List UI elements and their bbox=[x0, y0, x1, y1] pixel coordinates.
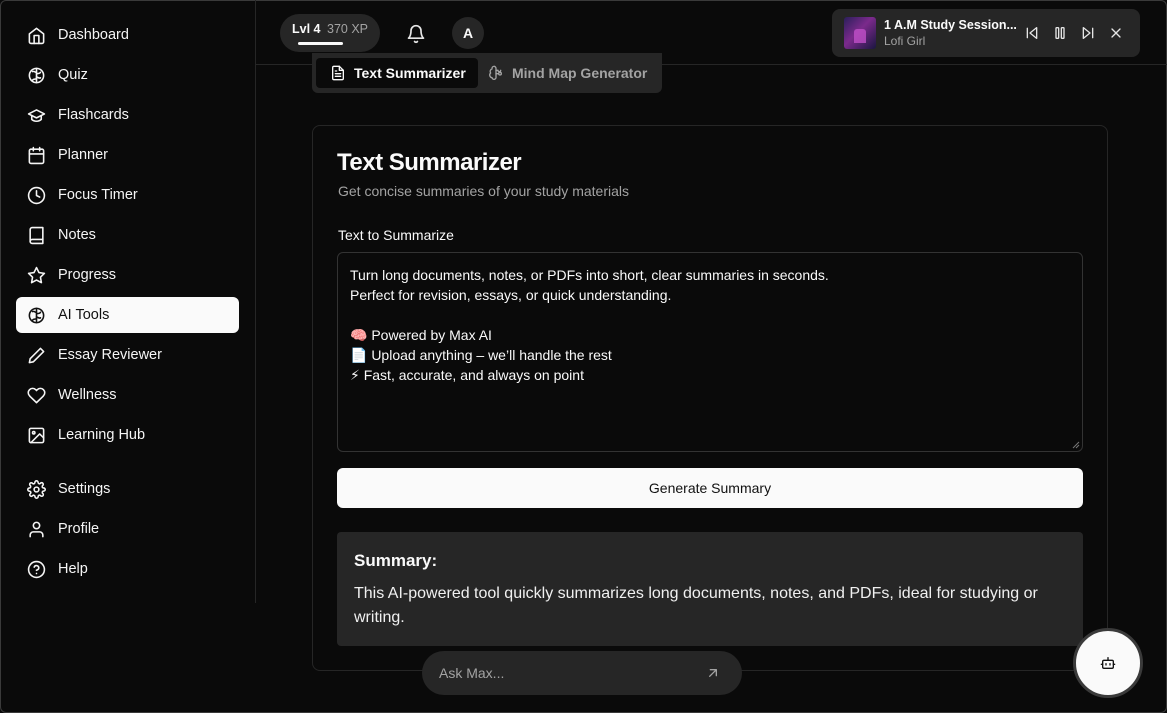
card-title: Text Summarizer bbox=[337, 149, 522, 176]
generate-summary-button[interactable]: Generate Summary bbox=[337, 468, 1083, 508]
sidebar-item-wellness[interactable]: Wellness bbox=[16, 377, 239, 413]
summary-panel: Summary: This AI-powered tool quickly su… bbox=[337, 532, 1083, 646]
sidebar-item-label: Notes bbox=[58, 227, 96, 243]
summarizer-card: Text Summarizer Get concise summaries of… bbox=[312, 125, 1108, 671]
sidebar-item-help[interactable]: Help bbox=[16, 551, 239, 587]
xp-progress-bar bbox=[298, 42, 343, 45]
input-label: Text to Summarize bbox=[338, 227, 454, 243]
sidebar-item-focus-timer[interactable]: Focus Timer bbox=[16, 177, 239, 213]
sidebar-item-essay-reviewer[interactable]: Essay Reviewer bbox=[16, 337, 239, 373]
sidebar-item-label: Help bbox=[58, 561, 88, 577]
brain-icon bbox=[28, 307, 45, 323]
sidebar-item-label: AI Tools bbox=[58, 307, 110, 323]
sidebar-item-label: Settings bbox=[58, 481, 111, 497]
tab-label: Mind Map Generator bbox=[512, 65, 648, 81]
ask-placeholder: Ask Max... bbox=[439, 665, 505, 681]
clock-icon bbox=[27, 186, 46, 204]
sidebar-item-dashboard[interactable]: Dashboard bbox=[16, 17, 239, 53]
brain-circuit-icon bbox=[489, 65, 502, 80]
home-icon bbox=[28, 27, 45, 44]
sidebar-nav: Dashboard Quiz Flashcards Planner Focus … bbox=[16, 17, 239, 457]
sidebar-item-planner[interactable]: Planner bbox=[16, 137, 239, 173]
tool-tabs: Text Summarizer Mind Map Generator bbox=[312, 53, 662, 93]
avatar[interactable]: A bbox=[452, 17, 484, 49]
calendar-icon bbox=[28, 146, 45, 164]
bell-icon[interactable] bbox=[406, 24, 426, 44]
sidebar-item-label: Quiz bbox=[58, 67, 88, 83]
sidebar-item-label: Wellness bbox=[58, 387, 117, 403]
sidebar-item-notes[interactable]: Notes bbox=[16, 217, 239, 253]
image-icon bbox=[28, 427, 45, 443]
skip-back-icon[interactable] bbox=[1024, 25, 1040, 41]
skip-forward-icon[interactable] bbox=[1080, 25, 1096, 41]
sidebar-item-quiz[interactable]: Quiz bbox=[16, 57, 239, 93]
card-subtitle: Get concise summaries of your study mate… bbox=[338, 183, 629, 199]
xp-label: 370 XP bbox=[327, 22, 369, 36]
sidebar-item-label: Profile bbox=[58, 521, 100, 537]
textarea-value: Turn long documents, notes, or PDFs into… bbox=[350, 267, 829, 383]
track-title: 1 A.M Study Session... bbox=[884, 18, 1017, 32]
track-artist: Lofi Girl bbox=[884, 34, 926, 48]
sidebar-bottom-nav: Settings Profile Help bbox=[16, 471, 239, 591]
summary-text: This AI-powered tool quickly summarizes … bbox=[354, 585, 1038, 626]
arrow-up-right-icon[interactable] bbox=[705, 665, 721, 681]
sidebar-item-label: Planner bbox=[58, 147, 108, 163]
sidebar-item-label: Learning Hub bbox=[58, 427, 146, 443]
sidebar-item-learning-hub[interactable]: Learning Hub bbox=[16, 417, 239, 453]
book-icon bbox=[29, 226, 44, 244]
sidebar-item-label: Dashboard bbox=[58, 27, 129, 43]
sidebar-item-profile[interactable]: Profile bbox=[16, 511, 239, 547]
sidebar-item-flashcards[interactable]: Flashcards bbox=[16, 97, 239, 133]
graduation-cap-icon bbox=[27, 108, 46, 122]
sidebar-item-label: Progress bbox=[58, 267, 117, 283]
summarize-textarea[interactable]: Turn long documents, notes, or PDFs into… bbox=[337, 252, 1083, 452]
tab-mind-map-generator[interactable]: Mind Map Generator bbox=[474, 58, 659, 88]
brain-icon bbox=[28, 67, 45, 83]
gear-icon bbox=[27, 479, 46, 499]
resize-grip-icon[interactable] bbox=[1072, 441, 1080, 449]
tab-text-summarizer[interactable]: Text Summarizer bbox=[316, 58, 478, 88]
pause-icon[interactable] bbox=[1052, 25, 1068, 41]
level-label: Lvl 4 bbox=[292, 22, 321, 36]
sidebar-item-progress[interactable]: Progress bbox=[16, 257, 239, 293]
music-player: 1 A.M Study Session... Lofi Girl bbox=[832, 9, 1140, 57]
chatbot-button[interactable] bbox=[1073, 628, 1143, 698]
sidebar-item-settings[interactable]: Settings bbox=[16, 471, 239, 507]
help-circle-icon bbox=[27, 560, 46, 578]
sidebar: Dashboard Quiz Flashcards Planner Focus … bbox=[0, 0, 256, 603]
tab-label: Text Summarizer bbox=[354, 65, 466, 81]
sidebar-item-ai-tools[interactable]: AI Tools bbox=[16, 297, 239, 333]
user-icon bbox=[29, 521, 44, 537]
level-badge[interactable]: Lvl 4 370 XP bbox=[280, 14, 380, 52]
sidebar-item-label: Flashcards bbox=[58, 107, 129, 123]
bot-icon bbox=[1100, 657, 1116, 669]
summary-title: Summary: bbox=[354, 551, 438, 570]
sidebar-item-label: Focus Timer bbox=[58, 187, 138, 203]
pen-icon bbox=[28, 347, 45, 363]
star-icon bbox=[27, 266, 46, 283]
album-art bbox=[844, 17, 876, 49]
file-text-icon bbox=[332, 65, 344, 81]
heart-icon bbox=[27, 387, 46, 403]
ask-max-input[interactable]: Ask Max... bbox=[422, 651, 742, 695]
sidebar-item-label: Essay Reviewer bbox=[58, 347, 162, 363]
close-icon[interactable] bbox=[1108, 25, 1124, 41]
